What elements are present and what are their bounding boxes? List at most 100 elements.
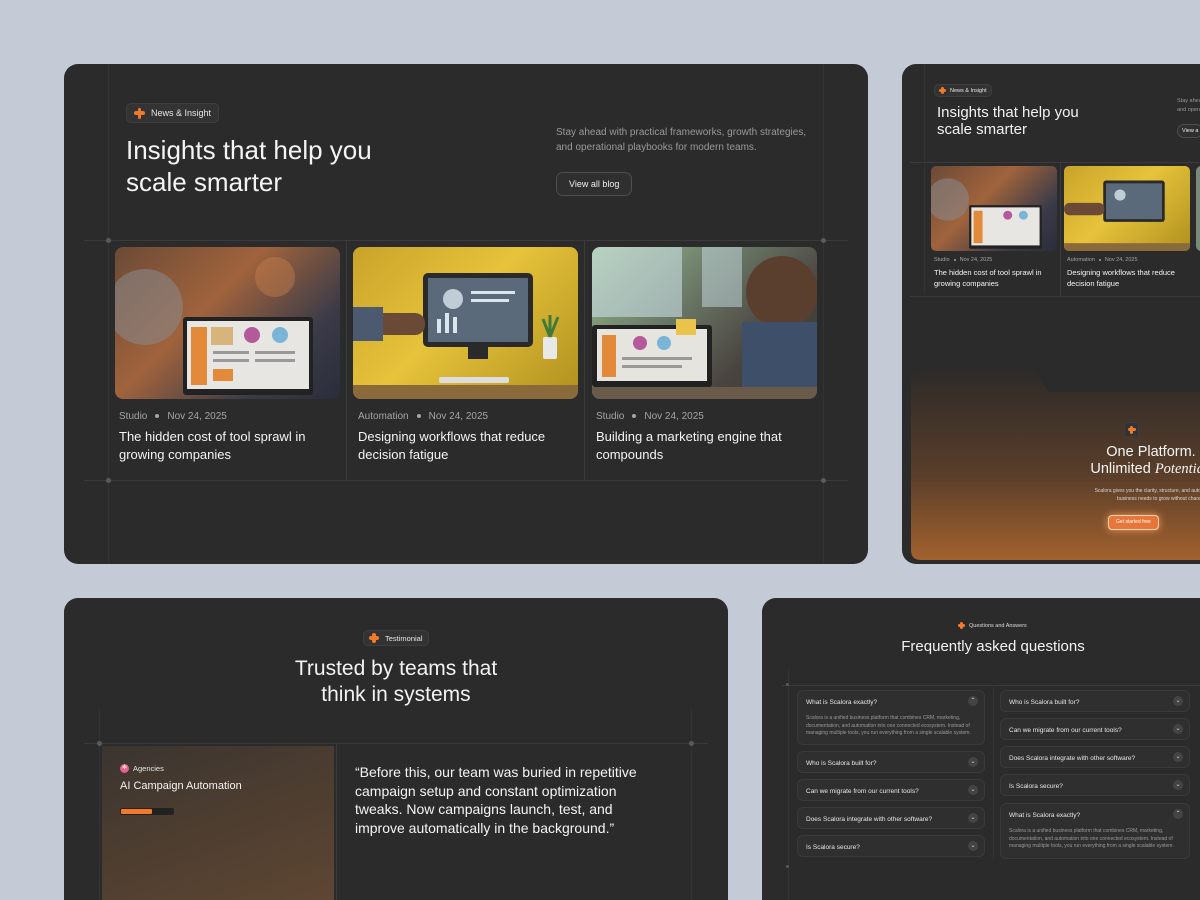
grid-line bbox=[99, 708, 100, 900]
grid-line bbox=[84, 240, 848, 241]
grid-line bbox=[84, 743, 708, 744]
card-image-studio[interactable] bbox=[115, 247, 340, 399]
case-title: AI Campaign Automation bbox=[120, 780, 242, 792]
laptop-meeting-illustration bbox=[592, 247, 817, 399]
card-image-studio[interactable] bbox=[931, 166, 1057, 251]
agency-icon: ✻ bbox=[120, 764, 129, 773]
cta-logo bbox=[1124, 422, 1139, 437]
card-title[interactable]: Building a marketing engine that compoun… bbox=[596, 428, 782, 464]
grid-dot bbox=[106, 238, 111, 243]
card-meta: Studio Nov 24, 2025 bbox=[596, 411, 704, 422]
meta-separator bbox=[155, 414, 160, 419]
section-description: Stay ahea and opera bbox=[1177, 98, 1200, 113]
case-tag: ✻ Agencies bbox=[120, 764, 164, 773]
grid-line bbox=[108, 64, 109, 564]
grid-line bbox=[584, 240, 585, 480]
faq-item[interactable]: Does Scalora integrate with other softwa… bbox=[797, 807, 985, 829]
grid-line bbox=[346, 240, 347, 480]
card-title[interactable]: The hidden cost of tool sprawl in growin… bbox=[934, 268, 1042, 289]
case-progress-bar bbox=[120, 808, 174, 815]
faq-panel: Questions and Answers Frequently asked q… bbox=[762, 598, 1200, 900]
grid-dot bbox=[106, 478, 111, 483]
chevron-down-icon[interactable]: ⌄ bbox=[968, 813, 978, 823]
meta-separator bbox=[632, 414, 637, 419]
section-badge: News & Insight bbox=[934, 84, 992, 97]
blog-panel: News & Insight Insights that help you sc… bbox=[64, 64, 868, 564]
chevron-down-icon[interactable]: ⌄ bbox=[1173, 696, 1183, 706]
brand-plus-icon bbox=[958, 622, 965, 629]
monitor-illustration bbox=[1064, 180, 1190, 251]
brand-plus-icon bbox=[369, 633, 379, 643]
section-badge: News & Insight bbox=[126, 103, 220, 123]
card-title[interactable]: Designing workflows that reduce decision… bbox=[358, 428, 545, 464]
faq-answer: Scalora is a unified business platform t… bbox=[806, 715, 971, 736]
chevron-down-icon[interactable]: ⌄ bbox=[1173, 724, 1183, 734]
meta-separator bbox=[1098, 258, 1101, 261]
faq-item[interactable]: Can we migrate from our current tools? ⌄ bbox=[1000, 718, 1190, 740]
section-description: Stay ahead with practical frameworks, gr… bbox=[556, 127, 807, 153]
get-started-free-button[interactable]: Get started free bbox=[1108, 515, 1159, 530]
chevron-up-icon[interactable]: ⌃ bbox=[968, 696, 978, 706]
grid-line bbox=[823, 64, 824, 564]
grid-line bbox=[1060, 162, 1061, 296]
grid-line bbox=[84, 480, 848, 481]
grid-line bbox=[691, 708, 692, 900]
faq-answer: Scalora is a unified business platform t… bbox=[1009, 828, 1174, 849]
chevron-down-icon[interactable]: ⌄ bbox=[968, 785, 978, 795]
faq-item[interactable]: What is Scalora exactly? ⌃ Scalora is a … bbox=[1000, 803, 1190, 859]
monitor-illustration bbox=[353, 273, 578, 399]
faq-item[interactable]: Who is Scalora built for? ⌄ bbox=[797, 751, 985, 773]
brand-plus-icon bbox=[1127, 425, 1136, 434]
view-all-blog-button[interactable]: View a bbox=[1177, 124, 1200, 138]
faq-item[interactable]: What is Scalora exactly? ⌃ Scalora is a … bbox=[797, 690, 985, 745]
case-progress-fill bbox=[121, 809, 153, 814]
faq-item[interactable]: Does Scalora integrate with other softwa… bbox=[1000, 746, 1190, 768]
section-badge: Questions and Answers bbox=[958, 622, 1027, 629]
card-meta: Studio Nov 24, 2025 bbox=[119, 411, 227, 422]
grid-line bbox=[924, 64, 925, 294]
chevron-down-icon[interactable]: ⌄ bbox=[1173, 780, 1183, 790]
grid-line bbox=[910, 296, 1200, 297]
badge-label: News & Insight bbox=[151, 108, 212, 118]
testimonial-quote: “Before this, our team was buried in rep… bbox=[355, 764, 637, 836]
chevron-down-icon[interactable]: ⌄ bbox=[968, 841, 978, 851]
meta-separator bbox=[953, 258, 956, 261]
section-title: Insights that help you scale smarter bbox=[937, 104, 1079, 138]
section-badge: Testimonial bbox=[363, 630, 429, 646]
section-title: Frequently asked questions bbox=[901, 638, 1085, 655]
chevron-down-icon[interactable]: ⌄ bbox=[1173, 752, 1183, 762]
grid-line bbox=[910, 162, 1200, 163]
faq-item[interactable]: Is Scalora secure? ⌄ bbox=[1000, 774, 1190, 796]
grid-dot bbox=[786, 683, 789, 686]
chevron-down-icon[interactable]: ⌄ bbox=[968, 757, 978, 767]
grid-dot bbox=[689, 741, 694, 746]
brand-plus-icon bbox=[939, 87, 946, 94]
card-title[interactable]: The hidden cost of tool sprawl in growin… bbox=[119, 428, 305, 464]
card-image-studio-2[interactable] bbox=[592, 247, 817, 399]
view-all-blog-button[interactable]: View all blog bbox=[556, 172, 633, 196]
card-image-partial[interactable] bbox=[1196, 166, 1200, 251]
grid-line bbox=[993, 685, 994, 860]
grid-line bbox=[336, 743, 337, 900]
card-meta: Automation Nov 24, 2025 bbox=[1067, 257, 1138, 263]
grid-dot bbox=[821, 238, 826, 243]
cta-title: One Platform. Unlimited Potential. bbox=[1090, 444, 1200, 477]
laptop-illustration bbox=[115, 257, 313, 395]
grid-dot bbox=[786, 865, 789, 868]
faq-item[interactable]: Can we migrate from our current tools? ⌄ bbox=[797, 779, 985, 801]
faq-item[interactable]: Who is Scalora built for? ⌄ bbox=[1000, 690, 1190, 712]
card-image-automation[interactable] bbox=[1064, 166, 1190, 251]
case-card[interactable]: ✻ Agencies AI Campaign Automation bbox=[102, 746, 334, 900]
laptop-illustration bbox=[931, 178, 1042, 249]
cta-section: One Platform. Unlimited Potential. Scalo… bbox=[911, 372, 1200, 560]
grid-dot bbox=[821, 478, 826, 483]
mini-blog-panel: News & Insight Insights that help you sc… bbox=[902, 64, 1200, 564]
grid-line bbox=[782, 685, 1200, 686]
card-image-automation[interactable] bbox=[353, 247, 578, 399]
card-meta: Studio Nov 24, 2025 bbox=[934, 257, 993, 263]
card-title[interactable]: Designing workflows that reduce decision… bbox=[1067, 268, 1175, 289]
brand-plus-icon bbox=[134, 107, 145, 119]
section-title: Trusted by teams that think in systems bbox=[294, 657, 498, 706]
faq-item[interactable]: Is Scalora secure? ⌄ bbox=[797, 835, 985, 857]
chevron-up-icon[interactable]: ⌃ bbox=[1173, 809, 1183, 819]
